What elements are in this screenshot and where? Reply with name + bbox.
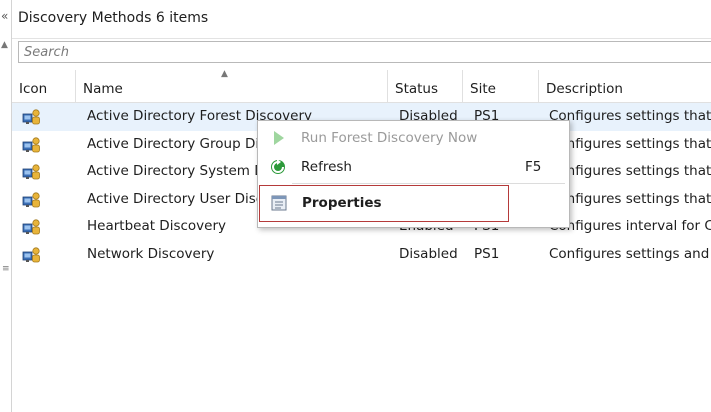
row-description: Configures settings that (549, 135, 711, 152)
menu-item-label: Run Forest Discovery Now (301, 130, 478, 146)
row-description: Configures interval for Co (549, 218, 711, 234)
sort-ascending-icon: ▲ (221, 69, 228, 79)
discovery-method-icon (22, 246, 40, 262)
column-header-label: Site (470, 81, 496, 97)
search-box[interactable] (18, 41, 711, 63)
splitter-grip-icon[interactable]: ≡ (2, 264, 10, 274)
column-header-description[interactable]: Description (539, 70, 711, 102)
title-bar: Discovery Methods 6 items (12, 0, 711, 39)
play-icon (274, 131, 284, 145)
column-header-name[interactable]: ▲ Name (76, 69, 388, 102)
row-description: Configures settings that (549, 190, 711, 207)
table-row[interactable]: Network Discovery Disabled PS1 Configures s… (12, 241, 711, 269)
row-status: Disabled (399, 245, 458, 262)
column-header-label: Status (395, 81, 439, 97)
row-name: Network Discovery (87, 245, 215, 262)
discovery-method-icon (22, 191, 40, 207)
list-header: Icon ▲ Name Status Site Description (12, 69, 711, 103)
menu-item-run-forest-discovery[interactable]: Run Forest Discovery Now (258, 124, 569, 152)
properties-icon (271, 195, 287, 211)
row-icon-cell (22, 241, 50, 269)
menu-item-label: Properties (302, 195, 382, 211)
column-header-label: Description (546, 81, 623, 97)
menu-item-shortcut: F5 (525, 159, 542, 175)
row-description: Configures settings that (549, 163, 711, 179)
row-icon-cell (22, 213, 50, 241)
menu-item-properties[interactable]: Properties (259, 185, 509, 222)
page-title: Discovery Methods 6 items (18, 10, 209, 26)
row-description: Configures settings and p (549, 245, 711, 262)
scroll-up-icon[interactable]: ▲ (1, 40, 8, 50)
column-header-status[interactable]: Status (388, 70, 463, 102)
context-menu: Run Forest Discovery Now Refresh F5 Prop… (257, 120, 570, 228)
column-header-site[interactable]: Site (463, 70, 539, 102)
row-icon-cell (22, 158, 50, 186)
collapse-chevron-icon[interactable]: « (1, 9, 8, 23)
column-header-label: Name (83, 81, 123, 97)
row-description: Configures settings that (549, 108, 711, 124)
discovery-method-icon (22, 219, 40, 235)
menu-separator (292, 183, 565, 184)
row-icon-cell (22, 103, 50, 131)
navigation-pane-collapsed[interactable]: « ▲ ≡ (0, 0, 12, 412)
menu-item-label: Refresh (301, 159, 352, 175)
search-input[interactable] (19, 42, 711, 62)
row-site: PS1 (474, 245, 500, 262)
discovery-method-icon (22, 136, 40, 152)
refresh-icon (271, 159, 285, 174)
row-icon-cell (22, 131, 50, 159)
discovery-method-icon (22, 109, 40, 125)
column-header-icon[interactable]: Icon (12, 70, 76, 102)
menu-item-refresh[interactable]: Refresh F5 (258, 153, 569, 181)
row-icon-cell (22, 186, 50, 214)
discovery-methods-window: « ▲ ≡ Discovery Methods 6 items Icon ▲ N… (0, 0, 711, 412)
discovery-method-icon (22, 164, 40, 180)
column-header-label: Icon (19, 81, 48, 97)
